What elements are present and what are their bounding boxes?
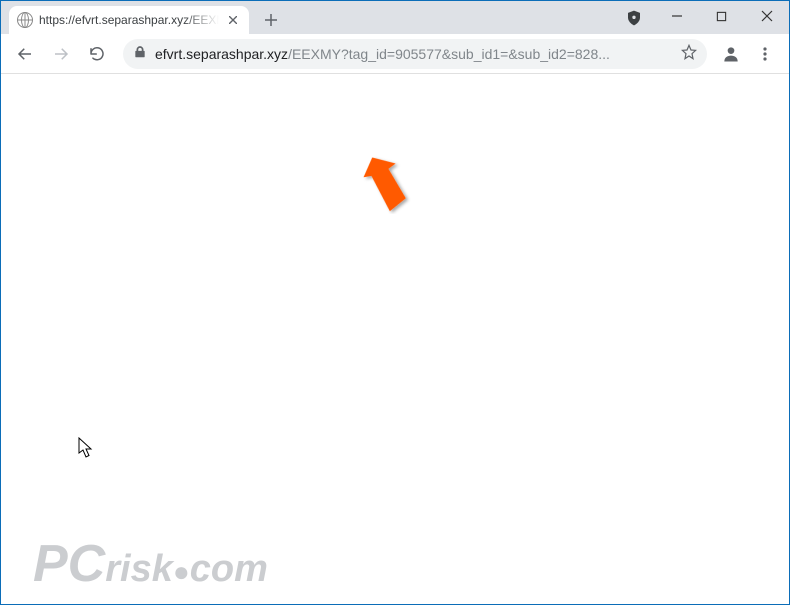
page-content: PCrisk●com <box>1 74 789 604</box>
address-bar[interactable]: efvrt.separashpar.xyz/EEXMY?tag_id=90557… <box>123 39 707 69</box>
lock-icon[interactable] <box>133 45 147 62</box>
bookmark-star-icon[interactable] <box>681 44 697 63</box>
toolbar: efvrt.separashpar.xyz/EEXMY?tag_id=90557… <box>1 34 789 74</box>
globe-icon <box>17 12 33 28</box>
watermark: PCrisk●com <box>33 534 268 594</box>
minimize-button[interactable] <box>654 1 699 31</box>
forward-button[interactable] <box>45 38 77 70</box>
mouse-cursor-icon <box>78 437 94 459</box>
url-path: /EEXMY?tag_id=905577&sub_id1=&sub_id2=82… <box>288 46 610 62</box>
tab-title: https://efvrt.separashpar.xyz/EEXMY <box>39 13 219 27</box>
annotation-arrow-icon <box>363 154 419 214</box>
url-text: efvrt.separashpar.xyz/EEXMY?tag_id=90557… <box>155 46 673 62</box>
browser-tab[interactable]: https://efvrt.separashpar.xyz/EEXMY <box>9 6 249 34</box>
back-button[interactable] <box>9 38 41 70</box>
titlebar: https://efvrt.separashpar.xyz/EEXMY <box>1 1 789 34</box>
profile-button[interactable] <box>717 40 745 68</box>
maximize-button[interactable] <box>699 1 744 31</box>
url-host: efvrt.separashpar.xyz <box>155 46 288 62</box>
tab-strip: https://efvrt.separashpar.xyz/EEXMY <box>1 6 626 34</box>
new-tab-button[interactable] <box>257 6 285 34</box>
incognito-shield-icon <box>626 10 642 26</box>
menu-button[interactable] <box>749 38 781 70</box>
window-controls <box>654 1 789 33</box>
close-window-button[interactable] <box>744 1 789 31</box>
reload-button[interactable] <box>81 38 113 70</box>
tab-close-button[interactable] <box>225 12 241 28</box>
